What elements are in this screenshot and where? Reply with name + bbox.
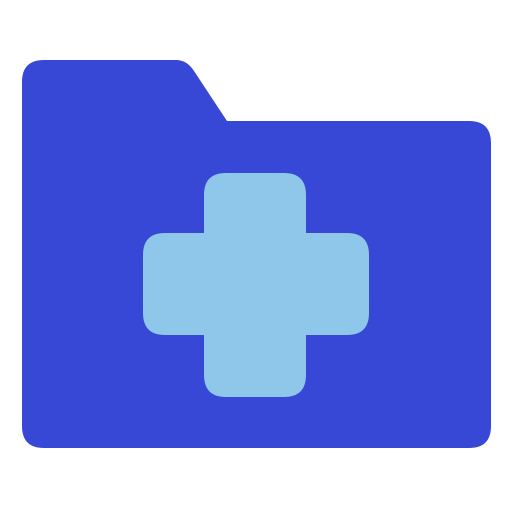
medical-folder-icon-canvas (0, 0, 512, 512)
medical-folder-icon (22, 60, 491, 448)
